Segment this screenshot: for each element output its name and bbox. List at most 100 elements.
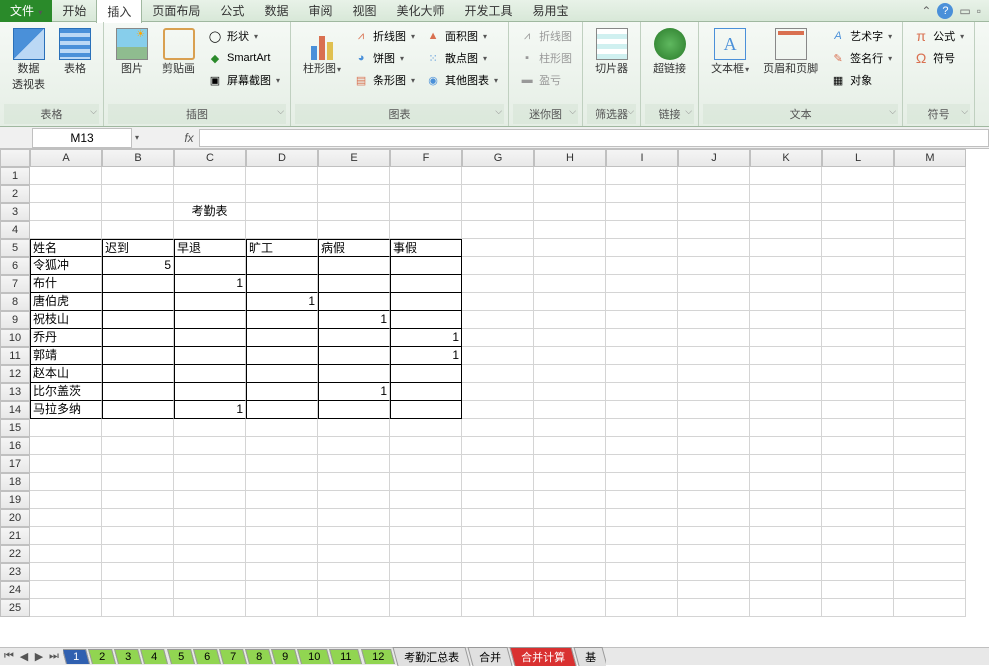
cell[interactable] <box>822 455 894 473</box>
cell[interactable] <box>822 203 894 221</box>
row-header[interactable]: 22 <box>0 545 30 563</box>
cell[interactable] <box>102 401 174 419</box>
cell[interactable] <box>894 455 966 473</box>
line-chart-button[interactable]: ⩘折线图▾ <box>349 26 419 46</box>
row-header[interactable]: 17 <box>0 455 30 473</box>
cell[interactable] <box>750 419 822 437</box>
column-header[interactable]: C <box>174 149 246 167</box>
cell[interactable] <box>246 329 318 347</box>
cell[interactable] <box>390 167 462 185</box>
cell[interactable] <box>462 473 534 491</box>
cell[interactable] <box>246 545 318 563</box>
cell[interactable] <box>318 473 390 491</box>
tab-review[interactable]: 审阅 <box>298 0 342 22</box>
column-header[interactable]: L <box>822 149 894 167</box>
cell[interactable] <box>390 581 462 599</box>
cell[interactable] <box>390 419 462 437</box>
cell[interactable] <box>534 581 606 599</box>
cell[interactable] <box>822 437 894 455</box>
cell[interactable] <box>318 221 390 239</box>
cell[interactable]: 布什 <box>30 275 102 293</box>
cell[interactable] <box>390 509 462 527</box>
cell[interactable] <box>462 455 534 473</box>
cell[interactable] <box>606 437 678 455</box>
cell[interactable] <box>822 491 894 509</box>
fx-icon[interactable]: fx <box>179 131 199 145</box>
cell[interactable] <box>750 329 822 347</box>
cell[interactable] <box>462 293 534 311</box>
cell[interactable]: 迟到 <box>102 239 174 257</box>
cell[interactable] <box>102 545 174 563</box>
cell[interactable] <box>30 545 102 563</box>
cell[interactable] <box>102 347 174 365</box>
cell[interactable] <box>894 167 966 185</box>
cell[interactable] <box>606 473 678 491</box>
tab-formulas[interactable]: 公式 <box>210 0 254 22</box>
cell[interactable] <box>390 185 462 203</box>
column-header[interactable]: J <box>678 149 750 167</box>
cell[interactable] <box>462 365 534 383</box>
cell[interactable] <box>462 509 534 527</box>
column-header[interactable]: I <box>606 149 678 167</box>
cell[interactable] <box>318 329 390 347</box>
formula-button[interactable]: π公式▾ <box>909 26 968 46</box>
cell[interactable] <box>606 581 678 599</box>
cell[interactable] <box>750 437 822 455</box>
cell[interactable] <box>462 221 534 239</box>
other-chart-button[interactable]: ◉其他图表▾ <box>421 70 502 90</box>
cell[interactable] <box>30 419 102 437</box>
cell[interactable] <box>750 365 822 383</box>
cell[interactable] <box>822 365 894 383</box>
sheet-tab[interactable]: 11 <box>329 649 362 664</box>
screenshot-button[interactable]: ▣屏幕截图▾ <box>203 70 284 90</box>
cell[interactable] <box>174 383 246 401</box>
cell[interactable] <box>894 581 966 599</box>
cell[interactable] <box>822 311 894 329</box>
cell[interactable]: 唐伯虎 <box>30 293 102 311</box>
cell[interactable] <box>678 293 750 311</box>
cell[interactable] <box>246 365 318 383</box>
cell[interactable] <box>390 455 462 473</box>
cell[interactable] <box>822 329 894 347</box>
cell[interactable] <box>894 365 966 383</box>
cell[interactable]: 郭靖 <box>30 347 102 365</box>
cell[interactable] <box>462 311 534 329</box>
cell[interactable] <box>174 185 246 203</box>
cell[interactable] <box>102 527 174 545</box>
table-button[interactable]: 表格 <box>53 26 97 78</box>
cell[interactable] <box>174 581 246 599</box>
cell[interactable] <box>606 527 678 545</box>
cell[interactable] <box>750 185 822 203</box>
cell[interactable] <box>606 545 678 563</box>
cell[interactable]: 病假 <box>318 239 390 257</box>
sheet-tab[interactable]: 3 <box>114 649 142 664</box>
sheet-tab[interactable]: 4 <box>140 649 168 664</box>
row-header[interactable]: 7 <box>0 275 30 293</box>
row-header[interactable]: 8 <box>0 293 30 311</box>
cell[interactable] <box>750 383 822 401</box>
cell[interactable] <box>534 239 606 257</box>
cell[interactable] <box>750 257 822 275</box>
cell[interactable] <box>750 599 822 617</box>
row-header[interactable]: 23 <box>0 563 30 581</box>
cell[interactable] <box>606 383 678 401</box>
cell[interactable] <box>606 419 678 437</box>
cell[interactable] <box>30 563 102 581</box>
cell[interactable] <box>390 599 462 617</box>
cell[interactable] <box>534 221 606 239</box>
cell[interactable] <box>534 185 606 203</box>
cell[interactable] <box>102 383 174 401</box>
cell[interactable] <box>606 239 678 257</box>
cell[interactable] <box>462 347 534 365</box>
cell[interactable] <box>462 203 534 221</box>
cell[interactable] <box>390 563 462 581</box>
cell[interactable] <box>750 581 822 599</box>
sheet-tab[interactable]: 12 <box>361 649 395 664</box>
row-header[interactable]: 19 <box>0 491 30 509</box>
cell[interactable] <box>30 473 102 491</box>
row-header[interactable]: 4 <box>0 221 30 239</box>
cell[interactable] <box>606 509 678 527</box>
cell[interactable] <box>534 401 606 419</box>
cell[interactable] <box>390 545 462 563</box>
cell[interactable] <box>246 401 318 419</box>
